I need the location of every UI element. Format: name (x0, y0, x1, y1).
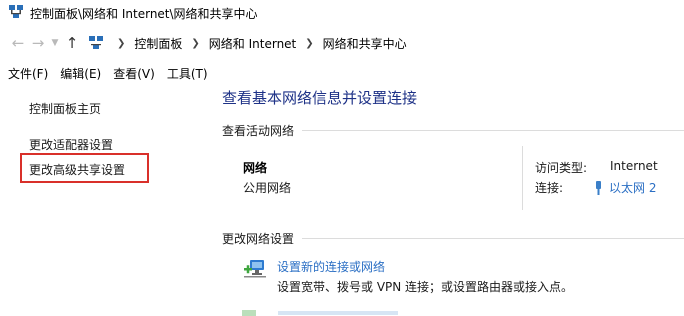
new-connection-link[interactable]: 设置新的连接或网络 (277, 258, 385, 275)
network-type[interactable]: 公用网络 (243, 179, 291, 196)
menu-view[interactable]: 查看(V) (113, 65, 155, 82)
access-type-value: Internet (610, 159, 658, 173)
divider (302, 130, 684, 131)
title-bar: 控制面板\网络和 Internet\网络和共享中心 (0, 0, 684, 26)
section-title: 查看活动网络 (222, 124, 295, 138)
sidebar-item-advanced-sharing[interactable]: 更改高级共享设置 (29, 161, 125, 178)
connection-label: 连接: (535, 181, 564, 195)
connection-value[interactable]: 以太网 2 (594, 179, 656, 196)
section-title: 更改网络设置 (222, 232, 295, 246)
address-bar: ← → ▼ ↑ ❯ 控制面板 ❯ 网络和 Internet ❯ 网络和共享中心 (0, 30, 684, 56)
new-connection-icon[interactable] (242, 254, 268, 280)
chevron-right-icon[interactable]: ❯ (117, 38, 125, 49)
menu-file[interactable]: 文件(F) (8, 65, 48, 82)
breadcrumb-item[interactable]: 控制面板 (134, 35, 182, 52)
arrow-left-icon[interactable]: ← (8, 33, 28, 53)
menu-tools[interactable]: 工具(T) (167, 65, 208, 82)
divider (302, 238, 684, 239)
chevron-right-icon[interactable]: ❯ (305, 38, 313, 49)
network-name: 网络 (243, 161, 268, 175)
sidebar: 控制面板主页 更改适配器设置 (0, 84, 214, 316)
window-title: 控制面板\网络和 Internet\网络和共享中心 (30, 6, 258, 21)
access-type-label: 访问类型: (535, 161, 588, 175)
menu-edit[interactable]: 编辑(E) (60, 65, 101, 82)
breadcrumb: ❯ 控制面板 ❯ 网络和 Internet ❯ 网络和共享中心 (108, 35, 407, 52)
ethernet-icon (594, 180, 603, 195)
chevron-right-icon[interactable]: ❯ (191, 38, 199, 49)
arrow-up-icon[interactable]: ↑ (62, 33, 82, 53)
location-icon (88, 35, 104, 51)
breadcrumb-item[interactable]: 网络和共享中心 (323, 35, 407, 52)
faded-next-item (242, 310, 398, 316)
network-sharing-center-icon (8, 4, 24, 23)
active-networks-heading: 查看活动网络 (222, 122, 684, 139)
sidebar-item-adapter-settings[interactable]: 更改适配器设置 (29, 136, 113, 153)
divider (522, 146, 523, 210)
main-content: 查看基本网络信息并设置连接 查看活动网络 网络 公用网络 访问类型: Inter… (222, 84, 684, 316)
new-connection-description: 设置宽带、拨号或 VPN 连接；或设置路由器或接入点。 (277, 280, 574, 294)
chevron-down-icon[interactable]: ▼ (48, 33, 62, 53)
connection-link[interactable]: 以太网 2 (609, 179, 656, 196)
menu-bar: 文件(F) 编辑(E) 查看(V) 工具(T) (0, 63, 684, 83)
page-title: 查看基本网络信息并设置连接 (222, 89, 418, 107)
breadcrumb-item[interactable]: 网络和 Internet (209, 35, 296, 52)
network-settings-heading: 更改网络设置 (222, 230, 684, 247)
arrow-right-icon[interactable]: → (28, 33, 48, 53)
sidebar-item-home[interactable]: 控制面板主页 (29, 100, 101, 117)
